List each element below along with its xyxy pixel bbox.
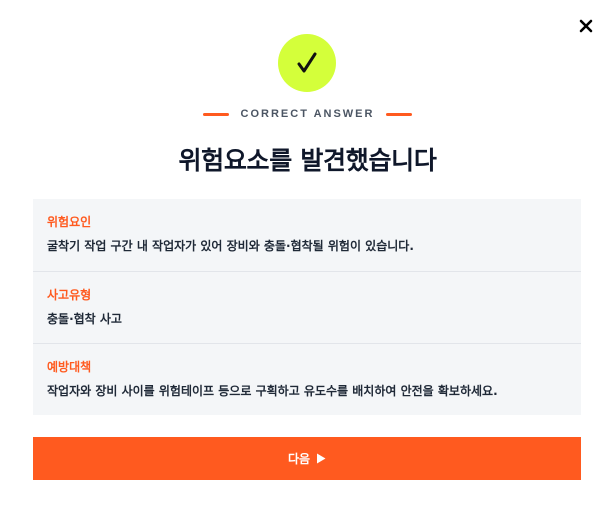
- accident-type-section: 사고유형 충돌·협착 사고: [33, 271, 581, 343]
- hazard-factor-section: 위험요인 굴착기 작업 구간 내 작업자가 있어 장비와 충돌·협착될 위험이 …: [33, 199, 581, 271]
- check-icon: [297, 52, 317, 73]
- play-arrow-icon: [317, 453, 326, 464]
- prevention-label: 예방대책: [47, 360, 92, 374]
- close-button[interactable]: [574, 14, 598, 38]
- prevention-section: 예방대책 작업자와 장비 사이를 위험테이프 등으로 구획하고 유도수를 배치하…: [33, 343, 581, 415]
- prevention-value: 작업자와 장비 사이를 위험테이프 등으로 구획하고 유도수를 배치하여 안전을…: [47, 384, 498, 398]
- eyebrow-divider-left: [202, 112, 229, 116]
- result-modal: CORRECT ANSWER 위험요소를 발견했습니다 위험요인 굴착기 작업 …: [0, 0, 615, 515]
- next-button[interactable]: 다음: [33, 437, 581, 480]
- next-button-label: 다음: [287, 452, 311, 466]
- eyebrow-label: CORRECT ANSWER: [240, 108, 375, 120]
- eyebrow-divider-right: [386, 112, 413, 116]
- accident-type-value: 충돌·협착 사고: [47, 312, 122, 326]
- accident-type-label: 사고유형: [47, 288, 92, 302]
- hazard-factor-value: 굴착기 작업 구간 내 작업자가 있어 장비와 충돌·협착될 위험이 있습니다.: [47, 239, 414, 253]
- hazard-factor-label: 위험요인: [47, 215, 92, 229]
- close-icon[interactable]: [579, 19, 593, 33]
- result-eyebrow: CORRECT ANSWER: [0, 108, 615, 120]
- hazard-info-panel: 위험요인 굴착기 작업 구간 내 작업자가 있어 장비와 충돌·협착될 위험이 …: [33, 199, 581, 415]
- result-title: 위험요소를 발견했습니다: [178, 146, 437, 175]
- success-badge: [278, 34, 336, 92]
